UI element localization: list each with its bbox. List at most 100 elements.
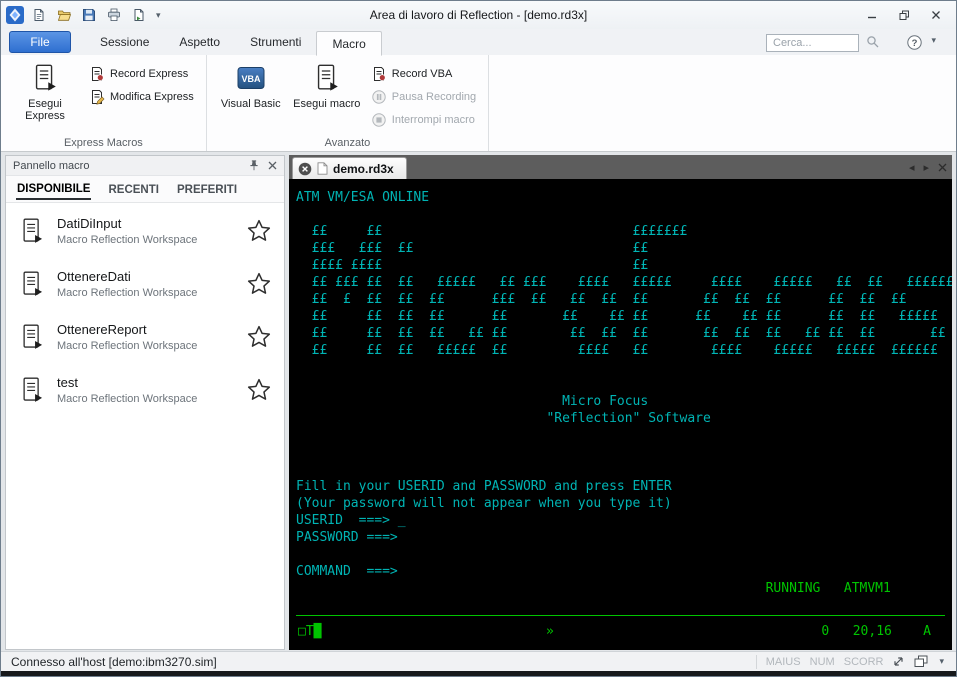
tab-scroll-left-icon[interactable]: ◂ bbox=[909, 161, 915, 174]
vba-icon: VBA bbox=[236, 63, 266, 93]
help-caret-icon[interactable]: ▾ bbox=[929, 35, 938, 46]
macro-item[interactable]: test Macro Reflection Workspace bbox=[6, 363, 284, 416]
help-icon[interactable]: ? bbox=[907, 35, 922, 50]
macro-script-icon bbox=[18, 217, 46, 245]
quick-print-icon[interactable] bbox=[129, 5, 149, 25]
statusbar: Connesso all'host [demo:ibm3270.sim] MAI… bbox=[1, 651, 956, 671]
layout-switch-icon[interactable] bbox=[914, 655, 928, 668]
app-logo-icon[interactable] bbox=[6, 6, 24, 24]
interrompi-macro-button[interactable]: Interrompi macro bbox=[365, 108, 482, 131]
esegui-express-icon bbox=[30, 63, 60, 93]
save-icon[interactable] bbox=[79, 5, 99, 25]
terminal-line: ££ £ ££ ££ ££ £££ ££ ££ ££ ££ ££ ££ ££ £… bbox=[296, 291, 952, 308]
macro-item[interactable]: OttenereDati Macro Reflection Workspace bbox=[6, 257, 284, 310]
macro-name: OttenereReport bbox=[57, 322, 197, 337]
terminal-line: COMMAND ===> bbox=[296, 563, 952, 580]
esegui-macro-button[interactable]: Esegui macro bbox=[289, 58, 365, 134]
layout-caret-icon[interactable]: ▾ bbox=[937, 656, 946, 667]
svg-text:VBA: VBA bbox=[241, 74, 261, 84]
open-folder-icon[interactable] bbox=[54, 5, 74, 25]
macro-item[interactable]: DatiDiInput Macro Reflection Workspace bbox=[6, 204, 284, 257]
connection-status: Connesso all'host [demo:ibm3270.sim] bbox=[11, 655, 217, 669]
tabbar-close-icon[interactable] bbox=[938, 163, 947, 172]
esegui-macro-icon bbox=[312, 63, 342, 93]
terminal-line: Fill in your USERID and PASSWORD and pre… bbox=[296, 478, 952, 495]
session-tab-close-icon[interactable] bbox=[298, 162, 312, 176]
pin-icon[interactable] bbox=[248, 159, 260, 172]
esegui-express-label: Esegui Express bbox=[7, 98, 83, 122]
qat-customize-caret-icon[interactable]: ▾ bbox=[154, 10, 163, 21]
interrompi-macro-label: Interrompi macro bbox=[392, 114, 475, 126]
record-vba-button[interactable]: Record VBA bbox=[365, 62, 482, 85]
express-small-buttons: Record Express Modifica Express bbox=[83, 58, 200, 108]
fullscreen-toggle-icon[interactable] bbox=[892, 655, 905, 668]
tab-sessione[interactable]: Sessione bbox=[85, 30, 164, 55]
file-tab[interactable]: File bbox=[9, 31, 71, 53]
macro-subtitle: Macro Reflection Workspace bbox=[57, 234, 197, 246]
terminal-line bbox=[296, 359, 952, 376]
window-controls bbox=[857, 5, 951, 25]
tab-disponibile[interactable]: DISPONIBILE bbox=[16, 178, 91, 200]
oia-status-indicators: □T█ bbox=[298, 624, 321, 639]
tab-aspetto[interactable]: Aspetto bbox=[164, 30, 235, 55]
restore-button[interactable] bbox=[889, 5, 919, 25]
macro-panel-title: Pannello macro bbox=[13, 160, 89, 172]
terminal-line bbox=[296, 546, 952, 563]
window-bottom-edge bbox=[1, 671, 956, 676]
record-express-button[interactable]: Record Express bbox=[83, 62, 200, 85]
visual-basic-button[interactable]: VBA Visual Basic bbox=[213, 58, 289, 134]
tab-macro[interactable]: Macro bbox=[316, 31, 381, 56]
oia-shift-indicator: » bbox=[546, 624, 554, 639]
macro-item[interactable]: OttenereReport Macro Reflection Workspac… bbox=[6, 310, 284, 363]
tab-preferiti[interactable]: PREFERITI bbox=[176, 179, 238, 199]
print-icon[interactable] bbox=[104, 5, 124, 25]
reflection-window: ▾ Area di lavoro di Reflection - [demo.r… bbox=[0, 0, 957, 677]
esegui-macro-label: Esegui macro bbox=[293, 98, 360, 110]
terminal-line: ££ £££ ££ ££ £££££ ££ £££ ££££ £££££ £££… bbox=[296, 274, 952, 291]
session-tab-label: demo.rd3x bbox=[333, 162, 394, 176]
tab-strumenti[interactable]: Strumenti bbox=[235, 30, 316, 55]
new-document-icon[interactable] bbox=[29, 5, 49, 25]
terminal-line: ££££ ££££ ££ bbox=[296, 257, 952, 274]
minimize-button[interactable] bbox=[857, 5, 887, 25]
session-tab[interactable]: demo.rd3x bbox=[292, 157, 407, 179]
pausa-recording-button[interactable]: Pausa Recording bbox=[365, 85, 482, 108]
macro-list: DatiDiInput Macro Reflection Workspace O… bbox=[6, 204, 284, 649]
favorite-star-icon[interactable] bbox=[246, 324, 272, 350]
ribbon-macro-panel: Esegui Express Record Express Modifica E… bbox=[1, 55, 956, 152]
esegui-express-button[interactable]: Esegui Express bbox=[7, 58, 83, 134]
document-icon bbox=[317, 162, 328, 175]
macro-subtitle: Macro Reflection Workspace bbox=[57, 393, 197, 405]
session-tab-bar: demo.rd3x ◂ ▸ bbox=[289, 155, 952, 179]
macro-subtitle: Macro Reflection Workspace bbox=[57, 287, 197, 299]
terminal-screen[interactable]: ATM VM/ESA ONLINE ££ ££ £££££££ £££ £££ … bbox=[289, 179, 952, 650]
macro-name: DatiDiInput bbox=[57, 216, 197, 231]
express-macros-group-label: Express Macros bbox=[1, 137, 206, 149]
terminal-line: RUNNING ATMVM1 bbox=[296, 580, 952, 597]
tab-recenti[interactable]: RECENTI bbox=[107, 179, 159, 199]
panel-close-icon[interactable] bbox=[268, 161, 277, 170]
pause-icon bbox=[371, 89, 387, 105]
search-input[interactable] bbox=[766, 34, 859, 52]
record-express-label: Record Express bbox=[110, 68, 188, 80]
close-button[interactable] bbox=[921, 5, 951, 25]
tab-scroll-right-icon[interactable]: ▸ bbox=[923, 161, 929, 174]
visual-basic-label: Visual Basic bbox=[221, 98, 281, 110]
macro-script-icon bbox=[18, 323, 46, 351]
terminal-line bbox=[296, 461, 952, 478]
terminal-line: £££ £££ ££ ££ bbox=[296, 240, 952, 257]
favorite-star-icon[interactable] bbox=[246, 271, 272, 297]
favorite-star-icon[interactable] bbox=[246, 218, 272, 244]
search-icon[interactable] bbox=[866, 35, 880, 49]
terminal-line: (Your password will not appear when you … bbox=[296, 495, 952, 512]
record-vba-label: Record VBA bbox=[392, 68, 453, 80]
macro-panel-tabs: DISPONIBILE RECENTI PREFERITI bbox=[6, 176, 284, 203]
window-title: Area di lavoro di Reflection - [demo.rd3… bbox=[181, 8, 776, 22]
favorite-star-icon[interactable] bbox=[246, 377, 272, 403]
terminal-line: ££ ££ ££ £££££ ££ ££££ ££ ££££ £££££ £££… bbox=[296, 342, 952, 359]
modifica-express-button[interactable]: Modifica Express bbox=[83, 85, 200, 108]
macro-subtitle: Macro Reflection Workspace bbox=[57, 340, 197, 352]
keyboard-lock-indicators: MAIUS NUM SCORR bbox=[766, 656, 884, 668]
main-area: Pannello macro DISPONIBILE RECENTI PREFE… bbox=[1, 152, 956, 651]
terminal-line bbox=[296, 427, 952, 444]
